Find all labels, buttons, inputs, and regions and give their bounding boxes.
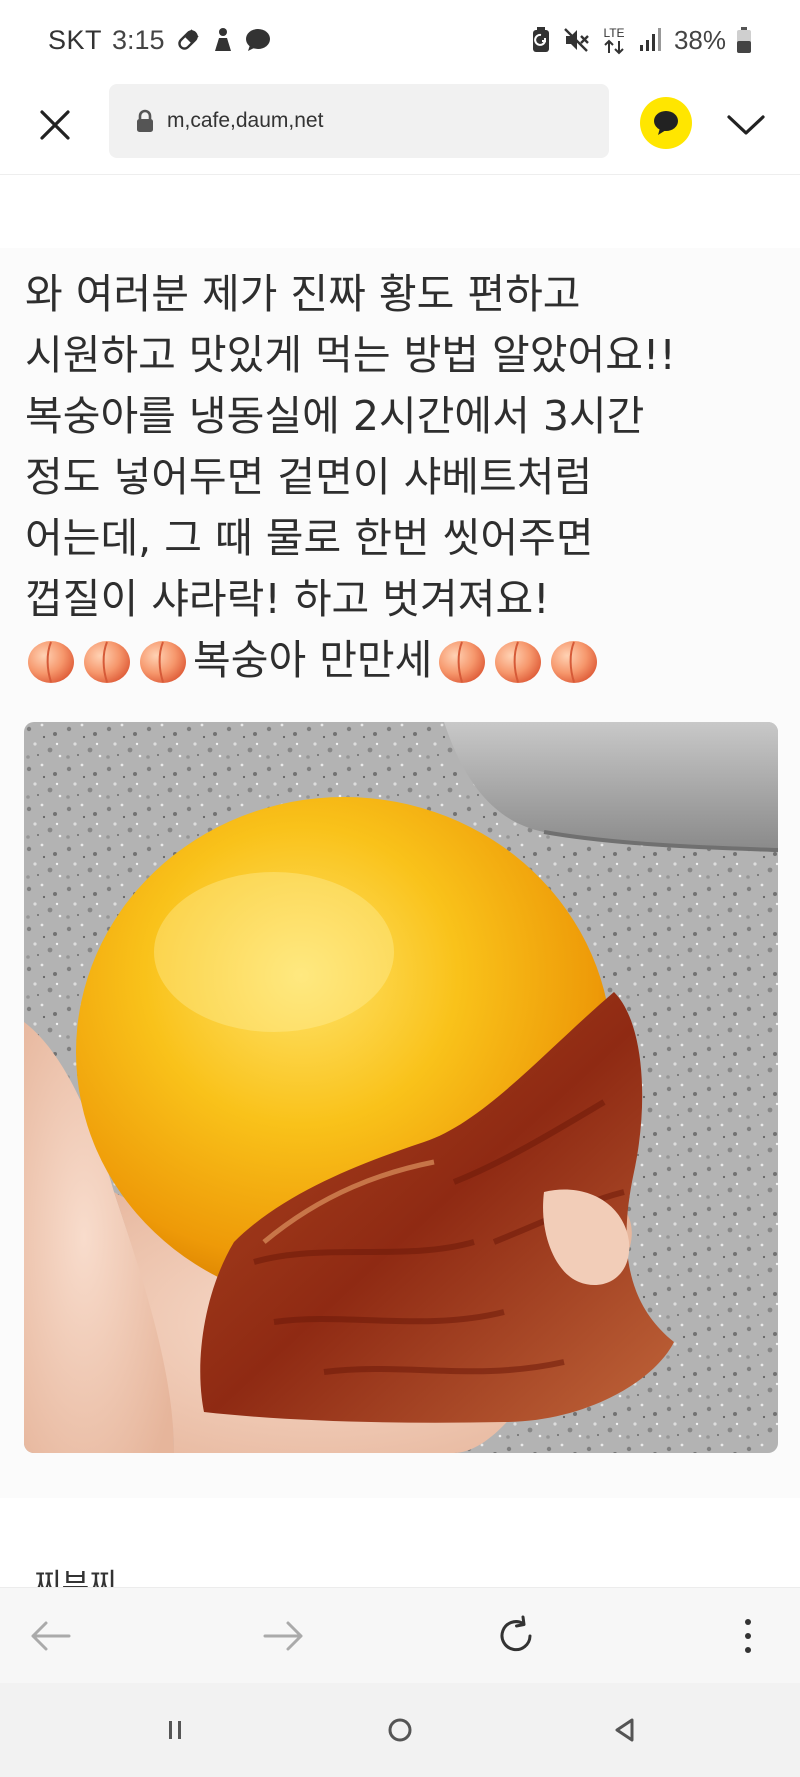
post-line: 복숭아를 냉동실에 2시간에서 3시간 <box>25 392 645 440</box>
forward-button[interactable] <box>254 1606 314 1666</box>
battery-percent: 38% <box>673 24 726 55</box>
post-line: 정도 넣어두면 겉면이 샤베트처럼 <box>25 453 593 501</box>
emoji-caption: 복숭아 만만세 <box>193 636 433 684</box>
status-bar: SKT 3:15 LTE 38% <box>0 0 800 80</box>
peach-emoji <box>84 640 130 683</box>
clock: 3:15 <box>112 24 165 55</box>
pill-icon <box>175 27 201 53</box>
status-left: SKT 3:15 <box>48 22 271 58</box>
post-body: 와 여러분 제가 진짜 황도 편하고 시원하고 맛있게 먹는 방법 알았어요!!… <box>25 264 785 691</box>
speech-bubble-icon <box>654 111 678 135</box>
more-options-button[interactable] <box>718 1606 778 1666</box>
recents-button[interactable] <box>148 1705 204 1755</box>
chat-bubble-icon <box>245 28 271 52</box>
browser-bottom-bar <box>0 1587 800 1684</box>
recents-icon <box>169 1721 181 1739</box>
back-arrow-icon <box>31 1621 71 1651</box>
post-line: 껍질이 샤라락! 하고 벗겨져요! <box>25 575 550 623</box>
home-button[interactable] <box>372 1705 428 1755</box>
peach-emoji <box>28 640 74 683</box>
post-line: 어는데, 그 때 물로 한번 씻어주면 <box>25 514 594 562</box>
post-card: 와 여러분 제가 진짜 황도 편하고 시원하고 맛있게 먹는 방법 알았어요!!… <box>0 248 800 1498</box>
next-post-text: 찌부찌 <box>34 1568 117 1587</box>
mute-icon <box>562 26 590 54</box>
network-label: LTE <box>603 26 624 40</box>
lock-icon <box>135 109 155 133</box>
carrier-label: SKT <box>48 24 103 55</box>
forward-arrow-icon <box>263 1621 303 1651</box>
back-icon <box>615 1718 634 1742</box>
peach-emoji <box>439 640 486 683</box>
system-back-button[interactable] <box>596 1705 652 1755</box>
back-button[interactable] <box>20 1606 80 1666</box>
battery-saver-icon <box>530 26 552 54</box>
peach-emoji <box>140 640 186 683</box>
url-bar[interactable]: m,cafe,daum,net <box>109 84 609 158</box>
system-nav-bar <box>0 1683 800 1777</box>
kakaotalk-share-button[interactable] <box>640 97 692 149</box>
home-icon <box>388 1718 412 1742</box>
peach-emoji <box>551 640 598 683</box>
refresh-button[interactable] <box>486 1606 546 1666</box>
person-icon <box>211 27 235 53</box>
battery-icon <box>736 26 752 54</box>
peach-emoji <box>495 640 542 683</box>
status-right: LTE 38% <box>530 22 752 58</box>
url-text: m,cafe,daum,net <box>167 109 324 132</box>
expand-button[interactable] <box>720 100 772 150</box>
more-vert-icon <box>745 1619 751 1653</box>
chevron-down-icon <box>727 115 765 135</box>
refresh-icon <box>500 1615 532 1652</box>
peach-photo-illustration <box>24 722 778 1453</box>
signal-icon <box>638 27 664 53</box>
browser-toolbar: m,cafe,daum,net <box>0 80 800 175</box>
close-icon <box>40 110 70 140</box>
post-emoji-line: 복숭아 만만세 <box>25 630 785 691</box>
lte-icon: LTE <box>600 25 628 55</box>
page-content[interactable]: 와 여러분 제가 진짜 황도 편하고 시원하고 맛있게 먹는 방법 알았어요!!… <box>0 175 800 1587</box>
peach-photo[interactable] <box>24 722 778 1453</box>
close-button[interactable] <box>30 100 80 150</box>
post-line: 시원하고 맛있게 먹는 방법 알았어요!! <box>25 331 676 379</box>
post-line: 와 여러분 제가 진짜 황도 편하고 <box>25 270 581 318</box>
